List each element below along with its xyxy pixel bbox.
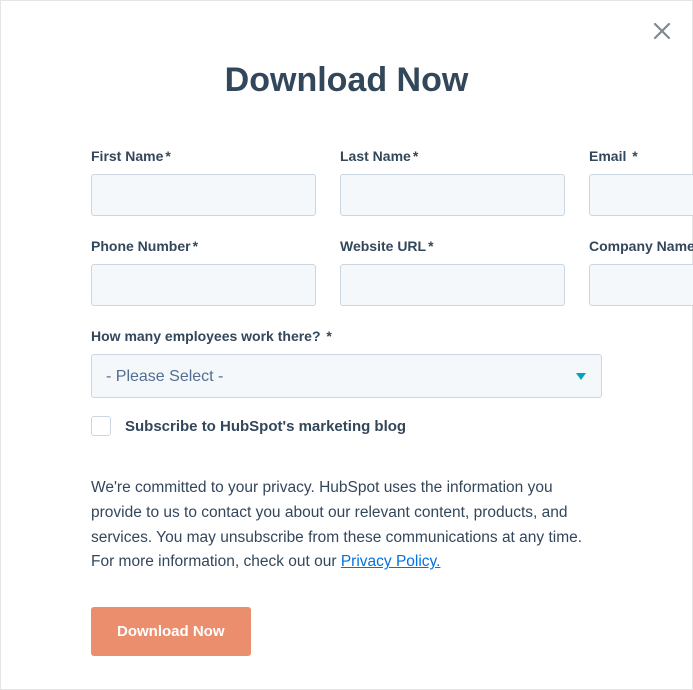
download-modal: Download Now First Name* Last Name* Emai… <box>0 0 693 690</box>
company-label: Company Name* <box>589 238 693 254</box>
label-text: Last Name <box>340 148 411 164</box>
required-asterisk: * <box>193 238 198 254</box>
form-group-first-name: First Name* <box>91 148 316 216</box>
privacy-policy-link[interactable]: Privacy Policy. <box>341 553 441 570</box>
label-text: Company Name <box>589 238 693 254</box>
download-now-button[interactable]: Download Now <box>91 607 251 656</box>
email-label: Email * <box>589 148 693 164</box>
privacy-body: We're committed to your privacy. HubSpot… <box>91 479 582 570</box>
form-row: First Name* Last Name* Email * <box>91 148 602 216</box>
phone-label: Phone Number* <box>91 238 316 254</box>
subscribe-checkbox-row: Subscribe to HubSpot's marketing blog <box>91 416 602 436</box>
last-name-input[interactable] <box>340 174 565 216</box>
label-text: How many employees work there? <box>91 328 321 344</box>
subscribe-label: Subscribe to HubSpot's marketing blog <box>125 418 406 435</box>
employees-select-wrap: - Please Select - <box>91 354 602 398</box>
employees-label: How many employees work there? * <box>91 328 602 344</box>
phone-input[interactable] <box>91 264 316 306</box>
employees-select[interactable]: - Please Select - <box>91 354 602 398</box>
email-input[interactable] <box>589 174 693 216</box>
form-group-phone: Phone Number* <box>91 238 316 306</box>
first-name-input[interactable] <box>91 174 316 216</box>
form-row: Phone Number* Website URL* Company Name* <box>91 238 602 306</box>
required-asterisk: * <box>428 238 433 254</box>
form-group-company: Company Name* <box>589 238 693 306</box>
label-text: First Name <box>91 148 163 164</box>
company-input[interactable] <box>589 264 693 306</box>
form-group-employees: How many employees work there? * - Pleas… <box>91 328 602 398</box>
subscribe-checkbox[interactable] <box>91 416 111 436</box>
website-input[interactable] <box>340 264 565 306</box>
close-icon <box>650 19 674 43</box>
website-label: Website URL* <box>340 238 565 254</box>
form-group-email: Email * <box>589 148 693 216</box>
first-name-label: First Name* <box>91 148 316 164</box>
privacy-text: We're committed to your privacy. HubSpot… <box>91 476 602 575</box>
form-group-website: Website URL* <box>340 238 565 306</box>
last-name-label: Last Name* <box>340 148 565 164</box>
modal-title: Download Now <box>91 61 602 100</box>
required-asterisk: * <box>632 148 637 164</box>
required-asterisk: * <box>413 148 418 164</box>
label-text: Phone Number <box>91 238 191 254</box>
required-asterisk: * <box>165 148 170 164</box>
close-button[interactable] <box>650 19 674 43</box>
required-asterisk: * <box>326 328 331 344</box>
label-text: Email <box>589 148 626 164</box>
label-text: Website URL <box>340 238 426 254</box>
form-group-last-name: Last Name* <box>340 148 565 216</box>
